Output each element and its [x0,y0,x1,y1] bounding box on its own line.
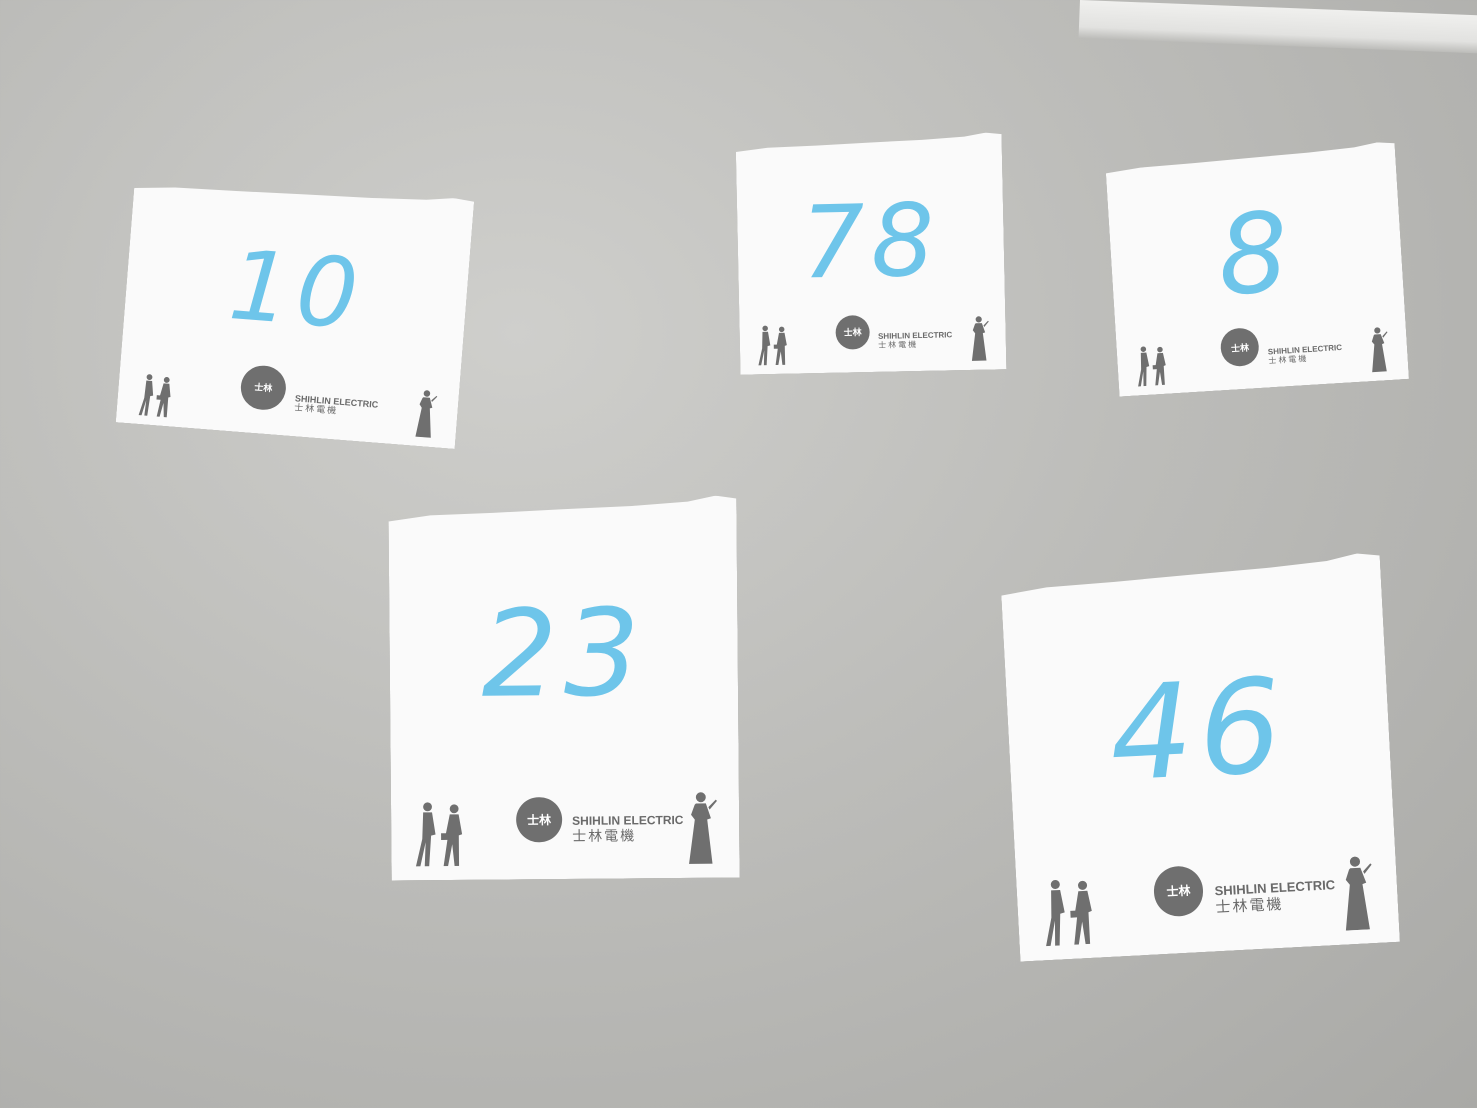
brand-chinese: 士林電機 [572,827,637,845]
note-footer: 士林 SHIHLIN ELECTRIC 士林電機 [739,298,1006,375]
walking-people-icon [412,800,479,867]
woman-figure-icon [966,315,990,362]
walking-people-icon [755,324,797,366]
shihlin-logo: 士林 [1153,865,1205,917]
shihlin-logo: 士林 [240,364,288,412]
walking-people-icon [1039,875,1110,946]
sticky-note-8: 8 士林 SHIHLIN ELECTRIC 士林電機 [1105,141,1409,396]
brand-english: SHIHLIN ELECTRIC [572,812,684,828]
shihlin-logo: 士林 [1220,328,1260,368]
note-footer: 士林 SHIHLIN ELECTRIC 士林電機 [391,763,740,881]
sticky-note-10: 10 士林 SHIHLIN ELECTRIC 士林電機 [116,173,475,449]
brand-text: SHIHLIN ELECTRIC 士林電機 [1214,878,1336,916]
woman-figure-icon [411,388,439,439]
shihlin-logo: 士林 [516,797,562,843]
brand-text: SHIHLIN ELECTRIC 士林電機 [572,814,684,845]
woman-figure-icon [1365,325,1391,373]
sticky-note-46: 46 士林 SHIHLIN ELECTRIC 士林電機 [1000,552,1400,961]
note-number: 8 [1214,187,1298,321]
woman-figure-icon [1335,853,1377,931]
walking-people-icon [1134,343,1178,387]
sticky-note-23: 23 士林 SHIHLIN ELECTRIC 士林電機 [388,495,739,880]
woman-figure-icon [681,789,719,864]
note-number: 78 [799,181,942,302]
note-number: 46 [1106,649,1292,811]
note-number: 23 [480,584,647,725]
note-footer: 士林 SHIHLIN ELECTRIC 士林電機 [116,348,461,449]
walking-people-icon [137,372,184,419]
sticky-note-78: 78 士林 SHIHLIN ELECTRIC 士林電機 [736,132,1007,375]
brand-chinese: 士林電機 [878,340,919,351]
shihlin-logo: 士林 [835,315,870,350]
brand-text: SHIHLIN ELECTRIC 士林電機 [878,331,953,351]
brand-text: SHIHLIN ELECTRIC 士林電機 [1268,343,1343,366]
note-footer: 士林 SHIHLIN ELECTRIC 士林電機 [1014,825,1400,962]
brand-text: SHIHLIN ELECTRIC 士林電機 [294,393,379,420]
note-number: 10 [225,228,368,352]
table-edge [1078,0,1477,55]
